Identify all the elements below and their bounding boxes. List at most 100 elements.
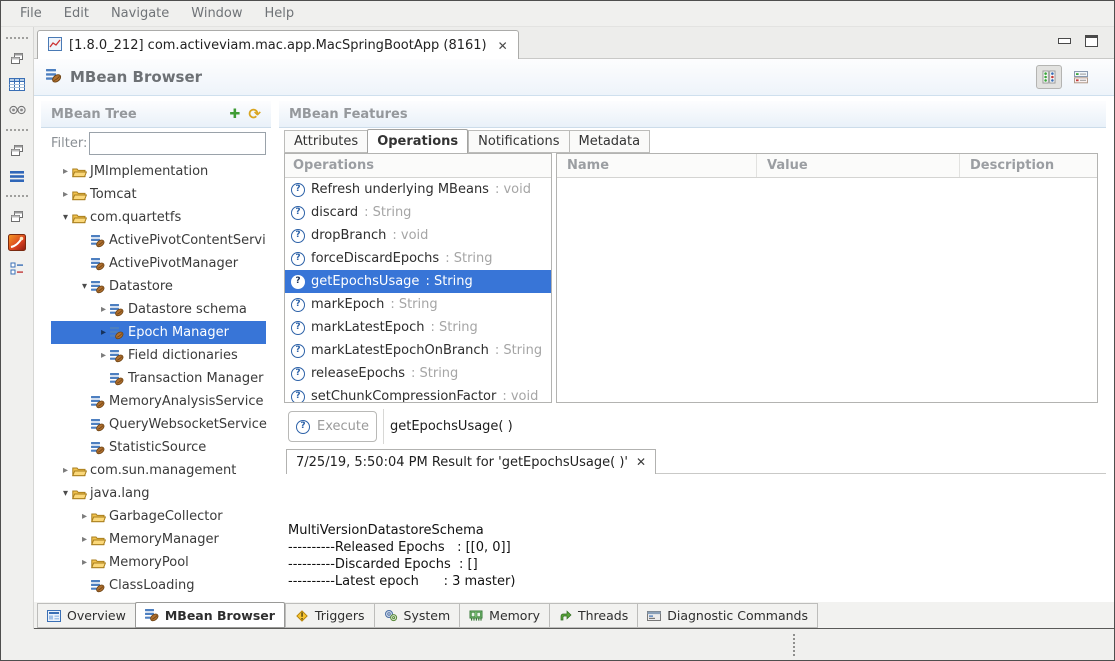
tab-attributes[interactable]: Attributes <box>284 130 367 153</box>
view-tab-memory[interactable]: Memory <box>459 603 549 628</box>
tree-item[interactable]: ActivePivotManager <box>51 252 266 275</box>
tree-item[interactable]: ▸com.sun.management <box>51 459 266 482</box>
operation-row[interactable]: ?getEpochsUsageString <box>285 270 551 293</box>
chevron-down-icon[interactable]: ▾ <box>59 212 72 223</box>
operation-row[interactable]: ?releaseEpochsString <box>285 362 551 385</box>
execute-button[interactable]: ? Execute <box>288 411 377 442</box>
restore-view-icon[interactable] <box>1 45 33 71</box>
menu-bar: FileEditNavigateWindowHelp <box>1 1 1114 27</box>
restore-view-icon[interactable] <box>1 203 33 229</box>
progress-view-icon[interactable] <box>1 97 33 123</box>
column-header-name[interactable]: Name <box>557 154 757 177</box>
result-tab[interactable]: 7/25/19, 5:50:04 PM Result for 'getEpoch… <box>286 449 656 474</box>
operation-name: releaseEpochs <box>311 366 405 381</box>
menu-item-edit[interactable]: Edit <box>53 6 100 21</box>
operation-row[interactable]: ?Refresh underlying MBeansvoid <box>285 178 551 201</box>
tree-item[interactable]: ActivePivotContentServi <box>51 229 266 252</box>
view-tab-mbean-browser[interactable]: MBean Browser <box>135 602 285 628</box>
header-toolbar <box>1036 65 1102 89</box>
view-tab-label: Diagnostic Commands <box>667 608 808 623</box>
mission-control-icon[interactable] <box>1 229 33 255</box>
tree-item[interactable]: ▸GarbageCollector <box>51 505 266 528</box>
tree-item[interactable]: ▸Datastore schema <box>51 298 266 321</box>
operation-return-type: String <box>425 274 472 289</box>
tree-item[interactable]: ▸JMImplementation <box>51 160 266 183</box>
tab-metadata[interactable]: Metadata <box>569 130 651 153</box>
tree-item[interactable]: ▾Datastore <box>51 275 266 298</box>
chevron-right-icon[interactable]: ▸ <box>97 350 110 361</box>
close-icon[interactable]: ✕ <box>636 455 646 469</box>
view-tab-triggers[interactable]: Triggers <box>285 603 374 628</box>
operation-row[interactable]: ?dropBranchvoid <box>285 224 551 247</box>
tree-item[interactable]: QueryWebsocketService <box>51 413 266 436</box>
list-view-icon[interactable] <box>1 163 33 189</box>
mbean-icon <box>91 257 108 271</box>
mbean-browser-view: MBean Tree ✚ ⟳ Filter: ▸JMImplementation… <box>34 96 1114 602</box>
column-header-value[interactable]: Value <box>757 154 960 177</box>
chevron-right-icon[interactable]: ▸ <box>97 327 110 338</box>
operation-row[interactable]: ?forceDiscardEpochsString <box>285 247 551 270</box>
tree-item[interactable]: ClassLoading <box>51 574 266 597</box>
tab-label: Operations <box>377 134 458 149</box>
tree-item[interactable]: ▸ MemoryManager <box>51 528 266 551</box>
mbean-icon <box>91 280 108 294</box>
menu-item-help[interactable]: Help <box>254 6 306 21</box>
filter-input[interactable] <box>89 132 266 155</box>
menu-item-window[interactable]: Window <box>180 6 253 21</box>
menu-item-file[interactable]: File <box>9 6 53 21</box>
view-tab-diagnostic-commands[interactable]: Diagnostic Commands <box>637 603 818 628</box>
chevron-right-icon[interactable]: ▸ <box>78 511 91 522</box>
refresh-icon[interactable]: ⟳ <box>248 107 261 122</box>
view-tab-label: Triggers <box>315 608 365 623</box>
chevron-right-icon[interactable]: ▸ <box>97 304 110 315</box>
chevron-right-icon[interactable]: ▸ <box>78 534 91 545</box>
maximize-icon[interactable] <box>1085 35 1098 47</box>
close-icon[interactable]: ✕ <box>498 39 508 53</box>
splitter-handle[interactable] <box>793 634 795 656</box>
chevron-down-icon[interactable]: ▾ <box>59 488 72 499</box>
view-tab-label: System <box>404 608 451 623</box>
folder-icon <box>91 534 108 546</box>
menu-item-navigate[interactable]: Navigate <box>100 6 180 21</box>
tree-item[interactable]: ▾com.quartetfs <box>51 206 266 229</box>
tree-item[interactable]: StatisticSource <box>51 436 266 459</box>
view-tab-system[interactable]: System <box>374 603 460 628</box>
tree-item[interactable]: ▸Tomcat <box>51 183 266 206</box>
view-tab-overview[interactable]: Overview <box>37 603 135 628</box>
mbean-icon <box>91 395 108 409</box>
tree-item[interactable]: ▸Epoch Manager <box>51 321 266 344</box>
editor-tab[interactable]: [1.8.0_212] com.activeviam.mac.app.MacSp… <box>37 30 519 60</box>
column-header-description[interactable]: Description <box>960 154 1097 177</box>
operation-row[interactable]: ?markLatestEpochString <box>285 316 551 339</box>
tree-item[interactable]: ▸Field dictionaries <box>51 344 266 367</box>
operation-row[interactable]: ?markEpochString <box>285 293 551 316</box>
tab-notifications[interactable]: Notifications <box>468 130 568 153</box>
operation-row[interactable]: ?markLatestEpochOnBranchString <box>285 339 551 362</box>
chevron-right-icon[interactable]: ▸ <box>59 189 72 200</box>
tree-item[interactable]: ▾java.lang <box>51 482 266 505</box>
operation-name: discard <box>311 205 358 220</box>
add-icon[interactable]: ✚ <box>230 107 241 122</box>
tree-item[interactable]: Transaction Manager <box>51 367 266 390</box>
tree-item[interactable]: MemoryAnalysisService <box>51 390 266 413</box>
restore-view-icon[interactable] <box>1 137 33 163</box>
mbean-icon <box>91 418 108 432</box>
chevron-right-icon[interactable]: ▸ <box>78 557 91 568</box>
tree-item[interactable]: ▸MemoryPool <box>51 551 266 574</box>
chevron-right-icon[interactable]: ▸ <box>59 465 72 476</box>
tab-operations[interactable]: Operations <box>367 129 468 153</box>
layout-list-button[interactable] <box>1068 65 1094 89</box>
properties-table-icon[interactable] <box>1 71 33 97</box>
tab-label: Notifications <box>478 134 559 149</box>
view-tab-threads[interactable]: Threads <box>549 603 637 628</box>
operation-name: setChunkCompressionFactor <box>311 389 496 403</box>
outline-view-icon[interactable] <box>1 255 33 281</box>
chevron-right-icon[interactable]: ▸ <box>59 166 72 177</box>
layout-blocks-button[interactable] <box>1036 65 1062 89</box>
tree-item-label: MemoryManager <box>108 532 219 547</box>
chevron-down-icon[interactable]: ▾ <box>78 281 91 292</box>
operation-row[interactable]: ?setChunkCompressionFactorvoid <box>285 385 551 403</box>
operation-row[interactable]: ?discardString <box>285 201 551 224</box>
help-icon: ? <box>291 298 305 312</box>
minimize-icon[interactable] <box>1058 38 1071 44</box>
